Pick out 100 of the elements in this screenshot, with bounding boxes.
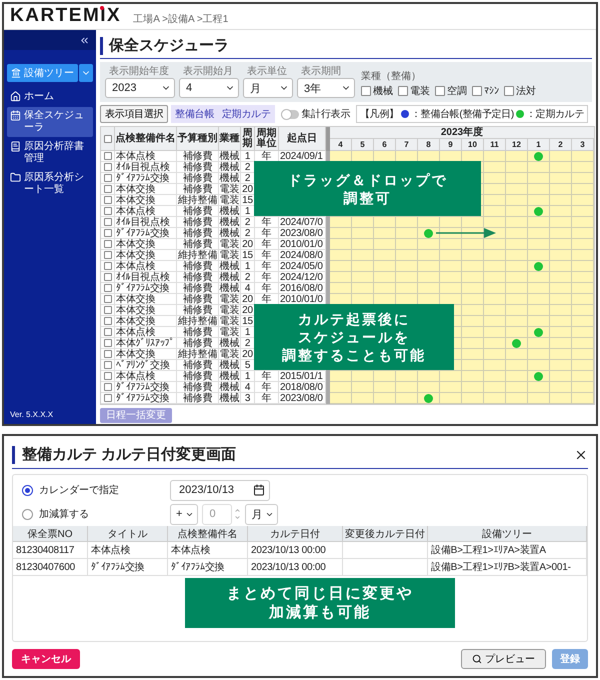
select-field[interactable]: 月 <box>243 78 293 98</box>
schedule-cell <box>506 184 528 195</box>
calendar-icon <box>10 110 21 121</box>
row-checkbox[interactable] <box>104 284 112 292</box>
table-cell: 81230408117 <box>13 542 88 559</box>
table-cell: ﾀﾞｲｱﾌﾗﾑ交換 <box>115 393 177 404</box>
table-cell: 電装 <box>219 184 241 195</box>
row-checkbox[interactable] <box>104 174 112 182</box>
row-checkbox[interactable] <box>104 218 112 226</box>
drag-arrow <box>436 228 496 238</box>
karte-dot[interactable] <box>424 228 433 238</box>
schedule-cell <box>440 272 462 283</box>
close-icon[interactable] <box>574 448 588 462</box>
date-field[interactable]: 2023/10/13 <box>170 480 270 500</box>
row-checkbox[interactable] <box>104 273 112 281</box>
checkbox[interactable] <box>361 86 371 96</box>
row-checkbox[interactable] <box>104 350 112 358</box>
sidebar-item[interactable]: 原因分析辞書管理 <box>7 138 93 168</box>
toggle-switch[interactable] <box>280 110 299 118</box>
karte-dot[interactable] <box>512 338 521 348</box>
column-header: 設備ツリー <box>428 526 587 542</box>
table-cell: 機械 <box>219 173 241 184</box>
table-cell: ﾀﾞｲｱﾌﾗﾑ交換 <box>168 559 248 576</box>
karte-dot[interactable] <box>534 206 543 216</box>
table-cell: 電装 <box>219 239 241 250</box>
schedule-cell <box>484 162 506 173</box>
row-checkbox[interactable] <box>104 262 112 270</box>
sidebar-item[interactable]: 原因系分析シート一覧 <box>7 169 93 199</box>
fiscal-year-header: 2023年度 <box>330 127 594 139</box>
schedule-cell <box>462 382 484 393</box>
schedule-cell <box>484 316 506 327</box>
row-checkbox[interactable] <box>104 295 112 303</box>
schedule-cell <box>572 283 594 294</box>
row-checkbox[interactable] <box>104 152 112 160</box>
cancel-button[interactable]: キャンセル <box>12 649 80 669</box>
sidebar-item[interactable]: ホーム <box>7 88 93 106</box>
checkbox[interactable] <box>398 86 408 96</box>
row-checkbox[interactable] <box>104 229 112 237</box>
row-checkbox[interactable] <box>104 361 112 369</box>
schedule-cell <box>330 250 352 261</box>
row-checkbox[interactable] <box>104 328 112 336</box>
table-cell: 2 <box>241 272 255 283</box>
book-icon <box>10 141 21 152</box>
schedule-cell <box>484 250 506 261</box>
search-icon <box>472 654 482 664</box>
row-checkbox[interactable] <box>104 196 112 204</box>
unit-select[interactable]: 月 <box>245 504 278 524</box>
table-cell: 2024/09/1 <box>279 151 326 162</box>
radio-button[interactable] <box>22 484 33 496</box>
number-field[interactable]: 0 <box>202 504 232 524</box>
schedule-cell <box>396 294 418 305</box>
table-cell: 機械 <box>219 338 241 349</box>
table-cell: 年 <box>255 239 279 250</box>
column-select-button[interactable]: 表示項目選択 <box>100 105 168 123</box>
view-button[interactable]: 定期カルテ <box>218 105 275 123</box>
row-checkbox[interactable] <box>104 185 112 193</box>
view-button[interactable]: 整備台帳 <box>171 105 218 123</box>
table-cell: ﾍﾞｱﾘﾝｸﾞ交換 <box>115 360 177 371</box>
karte-dot[interactable] <box>534 328 543 336</box>
table-cell: 維持整備 <box>177 195 219 206</box>
spinner-icon[interactable] <box>234 507 242 521</box>
collapse-icon[interactable] <box>79 34 90 46</box>
row-checkbox[interactable] <box>104 339 112 347</box>
row-checkbox[interactable] <box>104 207 112 215</box>
select-all-checkbox[interactable] <box>104 134 112 142</box>
checkbox-label: 電装 <box>410 84 430 98</box>
table-cell: 2023/08/0 <box>279 228 326 239</box>
schedule-cell <box>396 239 418 250</box>
select-field[interactable]: 2023 <box>105 78 175 98</box>
row-checkbox[interactable] <box>104 306 112 314</box>
row-checkbox[interactable] <box>104 372 112 380</box>
karte-dot[interactable] <box>534 152 543 160</box>
karte-dot[interactable] <box>534 262 543 270</box>
table-cell: 20 <box>241 305 255 316</box>
row-checkbox[interactable] <box>104 251 112 259</box>
radio-button[interactable] <box>22 508 33 520</box>
karte-dot[interactable] <box>424 394 433 402</box>
select-field[interactable]: 3年 <box>297 78 355 98</box>
select-field[interactable]: 4 <box>179 78 239 98</box>
row-checkbox[interactable] <box>104 163 112 171</box>
table-cell: 設備B>工程1>ｴﾘｱB>装置A>001- <box>428 559 587 576</box>
checkbox[interactable] <box>472 86 482 96</box>
table-cell: 年 <box>255 393 279 404</box>
checkbox[interactable] <box>435 86 445 96</box>
table-cell: 補修費 <box>177 371 219 382</box>
row-checkbox[interactable] <box>104 240 112 248</box>
table-cell: 5 <box>241 360 255 371</box>
row-checkbox[interactable] <box>104 394 112 402</box>
preview-button[interactable]: プレビュー <box>461 649 546 669</box>
schedule-cell <box>506 173 528 184</box>
column-header: 点検整備件名 <box>115 127 177 151</box>
karte-dot[interactable] <box>534 372 543 380</box>
schedule-cell <box>440 294 462 305</box>
checkbox[interactable] <box>504 86 514 96</box>
row-checkbox[interactable] <box>104 383 112 391</box>
sidebar-item[interactable]: 保全スケジューラ <box>7 107 93 137</box>
table-cell: 本体点検 <box>115 151 177 162</box>
row-checkbox[interactable] <box>104 317 112 325</box>
dropdown-button[interactable] <box>79 64 93 82</box>
sign-select[interactable]: + <box>170 504 198 524</box>
